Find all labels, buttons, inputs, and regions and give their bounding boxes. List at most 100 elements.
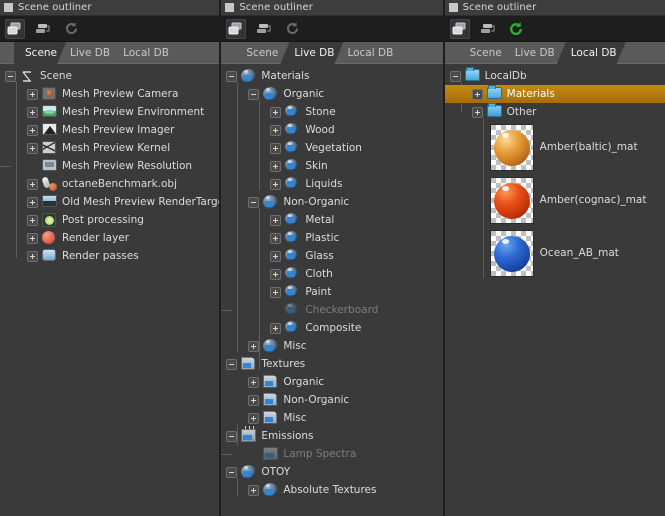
- tab-live-db[interactable]: Live DB: [59, 42, 119, 64]
- tree-item-textures-non-organic[interactable]: Non-Organic: [221, 391, 442, 409]
- tree-item-cloth[interactable]: Cloth: [221, 265, 442, 283]
- tree-item-organic[interactable]: Organic: [221, 85, 442, 103]
- duplicate-outliner-icon[interactable]: [478, 19, 498, 39]
- expander-collapse[interactable]: [5, 70, 16, 82]
- expander-collapse[interactable]: [226, 358, 238, 370]
- expander-collapse[interactable]: [226, 70, 238, 82]
- tree-item-label: Mesh Preview Camera: [62, 87, 179, 100]
- tree-item-textures-misc[interactable]: Misc: [221, 409, 442, 427]
- material-thumbnail[interactable]: [489, 124, 534, 171]
- tree-item-textures[interactable]: Textures: [221, 355, 442, 373]
- tree-item-non-organic[interactable]: Non-Organic: [221, 193, 442, 211]
- tree-item-otoy[interactable]: OTOY: [221, 463, 442, 481]
- tree-item-wood[interactable]: Wood: [221, 121, 442, 139]
- material-thumbnail[interactable]: [489, 177, 534, 224]
- list-item-material[interactable]: Ocean_AB_mat: [445, 227, 665, 280]
- expander-expand[interactable]: [248, 412, 260, 424]
- material-thumbnail[interactable]: [489, 230, 534, 277]
- expander-expand[interactable]: [270, 124, 282, 136]
- tree-item-skin[interactable]: Skin: [221, 157, 442, 175]
- tree-item-liquids[interactable]: Liquids: [221, 175, 442, 193]
- duplicate-outliner-icon[interactable]: [33, 19, 53, 39]
- tree-item-render-layer[interactable]: Render layer: [0, 229, 219, 247]
- refresh-icon[interactable]: [506, 19, 526, 39]
- expander-expand[interactable]: [27, 214, 38, 226]
- expander-collapse[interactable]: [226, 430, 238, 442]
- expander-expand[interactable]: [27, 196, 38, 208]
- tab-local-db[interactable]: Local DB: [112, 42, 178, 64]
- new-outliner-icon[interactable]: [5, 18, 25, 39]
- refresh-icon[interactable]: [282, 19, 302, 39]
- list-item-material[interactable]: Amber(cognac)_mat: [445, 174, 665, 227]
- tab-scene[interactable]: Scene: [459, 42, 511, 64]
- tree-item-vegetation[interactable]: Vegetation: [221, 139, 442, 157]
- expander-expand[interactable]: [270, 214, 282, 226]
- tree-item-old-mesh-preview-rendertarget[interactable]: Old Mesh Preview RenderTarget: [0, 193, 219, 211]
- tree-item-plastic[interactable]: Plastic: [221, 229, 442, 247]
- expander-expand[interactable]: [248, 484, 260, 496]
- tree-item-absolute-textures[interactable]: Absolute Textures: [221, 481, 442, 499]
- tree-item-mesh-preview-kernel[interactable]: Mesh Preview Kernel: [0, 139, 219, 157]
- tree-item-composite[interactable]: Composite: [221, 319, 442, 337]
- tree-item-other[interactable]: Other: [445, 102, 665, 121]
- tree-item-textures-organic[interactable]: Organic: [221, 373, 442, 391]
- tree-item-label: Scene: [40, 69, 73, 82]
- tab-local-db[interactable]: Local DB: [557, 42, 626, 64]
- tab-scene[interactable]: Scene: [14, 42, 66, 64]
- expander-expand[interactable]: [270, 250, 282, 262]
- tree-item-post-processing[interactable]: Post processing: [0, 211, 219, 229]
- tree-item-misc[interactable]: Misc: [221, 337, 442, 355]
- tree-item-metal[interactable]: Metal: [221, 211, 442, 229]
- duplicate-outliner-icon[interactable]: [254, 19, 274, 39]
- tree-item-lamp-spectra[interactable]: Lamp Spectra: [221, 445, 442, 463]
- expander-expand[interactable]: [248, 340, 260, 352]
- new-outliner-icon[interactable]: [449, 18, 470, 39]
- tree-item-stone[interactable]: Stone: [221, 103, 442, 121]
- expander-expand[interactable]: [248, 394, 260, 406]
- panel-tabs: Scene Live DB Local DB: [444, 42, 665, 64]
- tree-item-mesh-preview-environment[interactable]: Mesh Preview Environment: [0, 103, 219, 121]
- expander-expand[interactable]: [27, 250, 38, 262]
- expander-expand[interactable]: [270, 142, 282, 154]
- expander-expand[interactable]: [471, 106, 483, 118]
- expander-expand[interactable]: [270, 268, 282, 280]
- tree-item-emissions[interactable]: Emissions: [221, 425, 442, 445]
- expander-expand[interactable]: [270, 160, 282, 172]
- tree-item-scene[interactable]: Scene: [0, 67, 219, 85]
- tree-item-mesh-preview-camera[interactable]: Mesh Preview Camera: [0, 85, 219, 103]
- tab-scene[interactable]: Scene: [235, 42, 287, 64]
- expander-expand[interactable]: [27, 106, 38, 118]
- tab-live-db[interactable]: Live DB: [280, 42, 343, 64]
- expander-expand[interactable]: [27, 178, 38, 190]
- refresh-icon[interactable]: [61, 19, 81, 39]
- expander-collapse[interactable]: [248, 88, 260, 100]
- tree-item-render-passes[interactable]: Render passes: [0, 247, 219, 265]
- tree-item-checkerboard[interactable]: Checkerboard: [221, 301, 442, 319]
- expander-collapse[interactable]: [226, 466, 238, 478]
- new-outliner-icon[interactable]: [226, 18, 247, 39]
- tree-item-localdb[interactable]: LocalDb: [445, 66, 665, 85]
- tab-live-db[interactable]: Live DB: [504, 42, 564, 64]
- expander-expand[interactable]: [270, 106, 282, 118]
- tree-item-materials[interactable]: Materials: [221, 67, 442, 85]
- tree-item-octane-benchmark-obj[interactable]: octaneBenchmark.obj: [0, 175, 219, 193]
- expander-expand[interactable]: [248, 376, 260, 388]
- tab-local-db[interactable]: Local DB: [336, 42, 402, 64]
- list-item-material[interactable]: Amber(baltic)_mat: [445, 121, 665, 174]
- tree-item-mesh-preview-imager[interactable]: Mesh Preview Imager: [0, 121, 219, 139]
- expander-expand[interactable]: [471, 88, 483, 100]
- expander-expand[interactable]: [27, 124, 38, 136]
- expander-collapse[interactable]: [449, 70, 461, 82]
- tree-item-mesh-preview-resolution[interactable]: Mesh Preview Resolution: [0, 157, 219, 175]
- expander-expand[interactable]: [270, 232, 282, 244]
- expander-expand[interactable]: [270, 286, 282, 298]
- expander-expand[interactable]: [270, 178, 282, 190]
- expander-expand[interactable]: [270, 322, 282, 334]
- tree-item-paint[interactable]: Paint: [221, 283, 442, 301]
- expander-expand[interactable]: [27, 232, 38, 244]
- tree-item-glass[interactable]: Glass: [221, 247, 442, 265]
- expander-collapse[interactable]: [248, 196, 260, 208]
- expander-expand[interactable]: [27, 88, 38, 100]
- expander-expand[interactable]: [27, 142, 38, 154]
- tree-item-materials[interactable]: Materials: [444, 84, 665, 103]
